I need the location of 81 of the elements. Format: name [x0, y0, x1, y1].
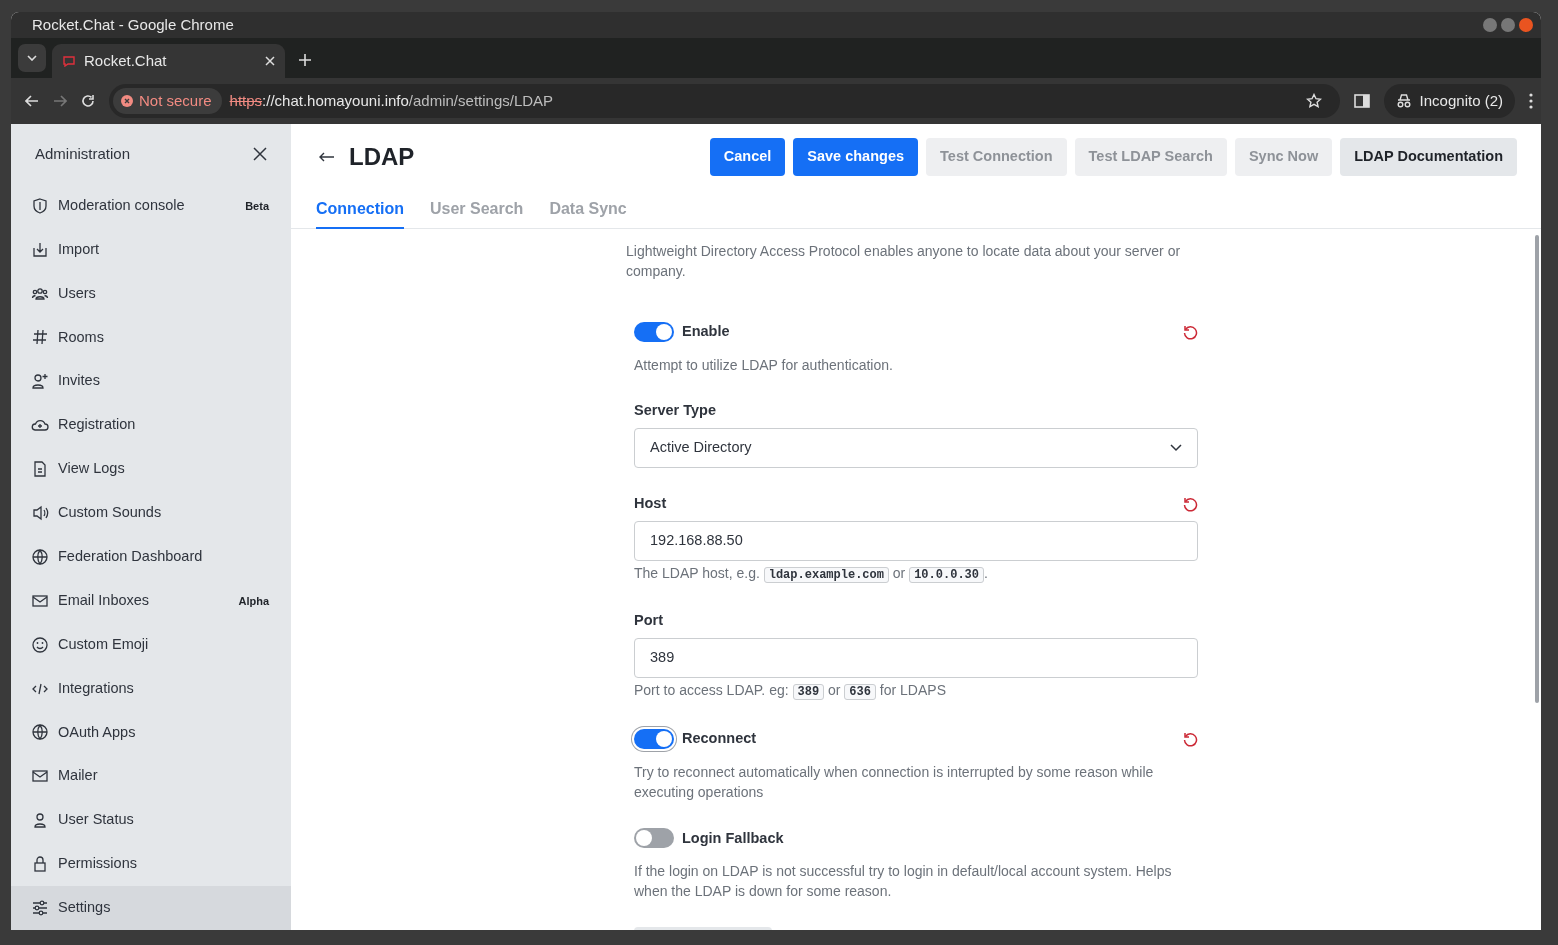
toggle-switch[interactable] [634, 828, 674, 849]
incognito-icon [1395, 94, 1412, 108]
sidebar-item[interactable]: Mailer [11, 754, 291, 799]
star-icon[interactable] [1305, 93, 1322, 109]
security-chip[interactable]: Not secure [113, 88, 222, 114]
document-icon [31, 460, 49, 479]
select-field[interactable]: Active Directory [634, 427, 1198, 468]
back-arrow-icon[interactable] [319, 152, 335, 162]
reset-icon[interactable] [1182, 323, 1198, 340]
setting-label: Port [634, 610, 663, 630]
close-icon[interactable] [253, 146, 267, 161]
tab-title: Rocket.Chat [84, 50, 168, 71]
sidebar-item[interactable]: Rooms [11, 315, 291, 360]
input-field[interactable]: 192.168.88.50 [634, 520, 1198, 561]
action-button[interactable]: LDAP Documentation [1340, 138, 1517, 176]
error-icon [121, 95, 133, 107]
help-text: If the login on LDAP is not successful try to login in default/local account system. Helps when the LDAP is down for some reason. [634, 862, 1173, 902]
setting-label: Reconnect [682, 728, 758, 748]
tab[interactable]: Connection [316, 190, 404, 229]
download-icon [31, 240, 49, 259]
forward-arrow-icon[interactable] [53, 95, 67, 107]
user-icon [31, 811, 49, 830]
minimize-button[interactable] [1483, 18, 1497, 32]
sidebar-item[interactable]: Import [11, 227, 291, 272]
setting-label: Host [634, 493, 667, 513]
sidebar-item[interactable]: Integrations [11, 666, 291, 711]
cancel-button[interactable]: Cancel [709, 138, 786, 176]
sidebar-item[interactable]: Permissions [11, 842, 291, 887]
sidebar-item[interactable]: Registration [11, 403, 291, 448]
speaker-icon [31, 504, 49, 522]
page-title: LDAP [349, 142, 416, 172]
setting-label: Login Fallback [682, 828, 785, 848]
url-text[interactable]: https://chat.homayouni.info/admin/settings/LDAP [229, 89, 1298, 113]
tag-label: Beta [245, 198, 269, 214]
chevron-down-icon [27, 55, 37, 61]
action-button[interactable]: Save changes [793, 138, 919, 176]
toggle-switch[interactable] [634, 321, 674, 342]
chevron-down-icon [1170, 443, 1182, 452]
setting-label: Enable [682, 322, 731, 341]
sidebar-item[interactable]: Users [11, 271, 291, 316]
setting-label: Server Type [634, 400, 716, 420]
sidebar-item[interactable]: Federation Dashboard [11, 534, 291, 579]
help-text: Try to reconnect automatically when connection is interrupted by some reason while executing operations [634, 762, 1155, 802]
close-button[interactable] [1519, 18, 1533, 32]
globe-icon [31, 723, 49, 742]
sliders-icon [31, 899, 49, 918]
globe-icon [31, 547, 49, 566]
profile-button[interactable]: Incognito (2) [1383, 84, 1515, 118]
shield-icon [31, 196, 49, 215]
tag-label: Alpha [238, 593, 269, 609]
sidebar-item[interactable]: Moderation console Beta [11, 183, 291, 228]
sidebar-item[interactable]: Custom Emoji [11, 622, 291, 667]
help-text: Attempt to utilize LDAP for authentication. [634, 355, 894, 375]
tab-search-button[interactable] [18, 44, 46, 72]
browser-tab[interactable]: Rocket.Chat [52, 44, 285, 78]
hash-icon [31, 328, 49, 347]
sidebar-item[interactable]: Invites [11, 359, 291, 404]
input-field[interactable]: 389 [634, 637, 1198, 678]
maximize-button[interactable] [1501, 18, 1515, 32]
sidebar-item[interactable]: Settings [11, 886, 291, 930]
intro-text: Lightweight Directory Access Protocol enables anyone to locate data about your server or company. [626, 242, 1182, 281]
reset-icon[interactable] [1182, 730, 1198, 747]
scrollbar-thumb[interactable] [1535, 235, 1539, 703]
reset-icon[interactable] [1182, 495, 1198, 512]
user-plus-icon [31, 372, 49, 391]
side-panel-icon[interactable] [1353, 94, 1370, 108]
plus-icon[interactable] [299, 54, 311, 66]
help-text: The LDAP host, e.g. ldap.example.com or 10.0.0.30 . [634, 563, 989, 585]
reload-icon[interactable] [81, 94, 95, 108]
lock-icon [31, 855, 49, 874]
sidebar-item[interactable]: View Logs [11, 447, 291, 492]
sidebar-title: Administration [35, 143, 131, 164]
chat-bubble-icon [62, 55, 76, 67]
more-menu-icon[interactable] [1529, 93, 1533, 109]
sidebar-item[interactable]: User Status [11, 798, 291, 843]
help-text: Port to access LDAP. eg: 389 or 636 for LDAPS [634, 680, 947, 702]
sidebar-item[interactable]: Email Inboxes Alpha [11, 578, 291, 623]
sidebar-item[interactable]: OAuth Apps [11, 710, 291, 755]
window-title: Rocket.Chat - Google Chrome [32, 14, 234, 35]
sidebar-item[interactable]: Custom Sounds [11, 491, 291, 535]
smiley-icon [31, 635, 49, 654]
